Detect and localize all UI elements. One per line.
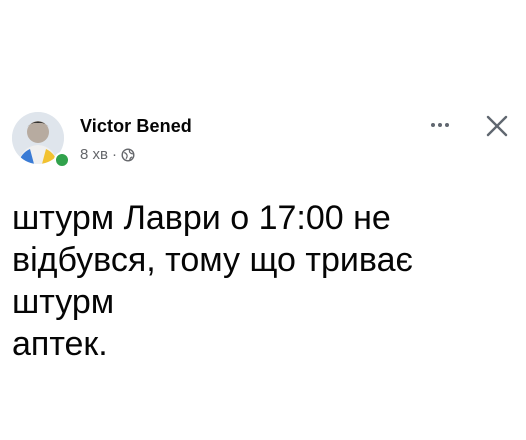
- meta-separator: ·: [111, 146, 117, 163]
- more-options-icon[interactable]: [426, 113, 454, 137]
- globe-icon[interactable]: [121, 147, 135, 162]
- close-icon[interactable]: [483, 112, 511, 140]
- online-status-icon: [54, 152, 70, 168]
- author-name[interactable]: Victor Bened: [80, 116, 192, 137]
- avatar[interactable]: [12, 112, 70, 168]
- post-time[interactable]: 8 хв: [80, 146, 108, 163]
- facebook-post: Victor Bened 8 хв · штурм Лаври о 17:00 …: [0, 0, 526, 440]
- post-text: штурм Лаври о 17:00 не відбувся, тому що…: [12, 199, 413, 363]
- post-meta: 8 хв ·: [80, 146, 135, 163]
